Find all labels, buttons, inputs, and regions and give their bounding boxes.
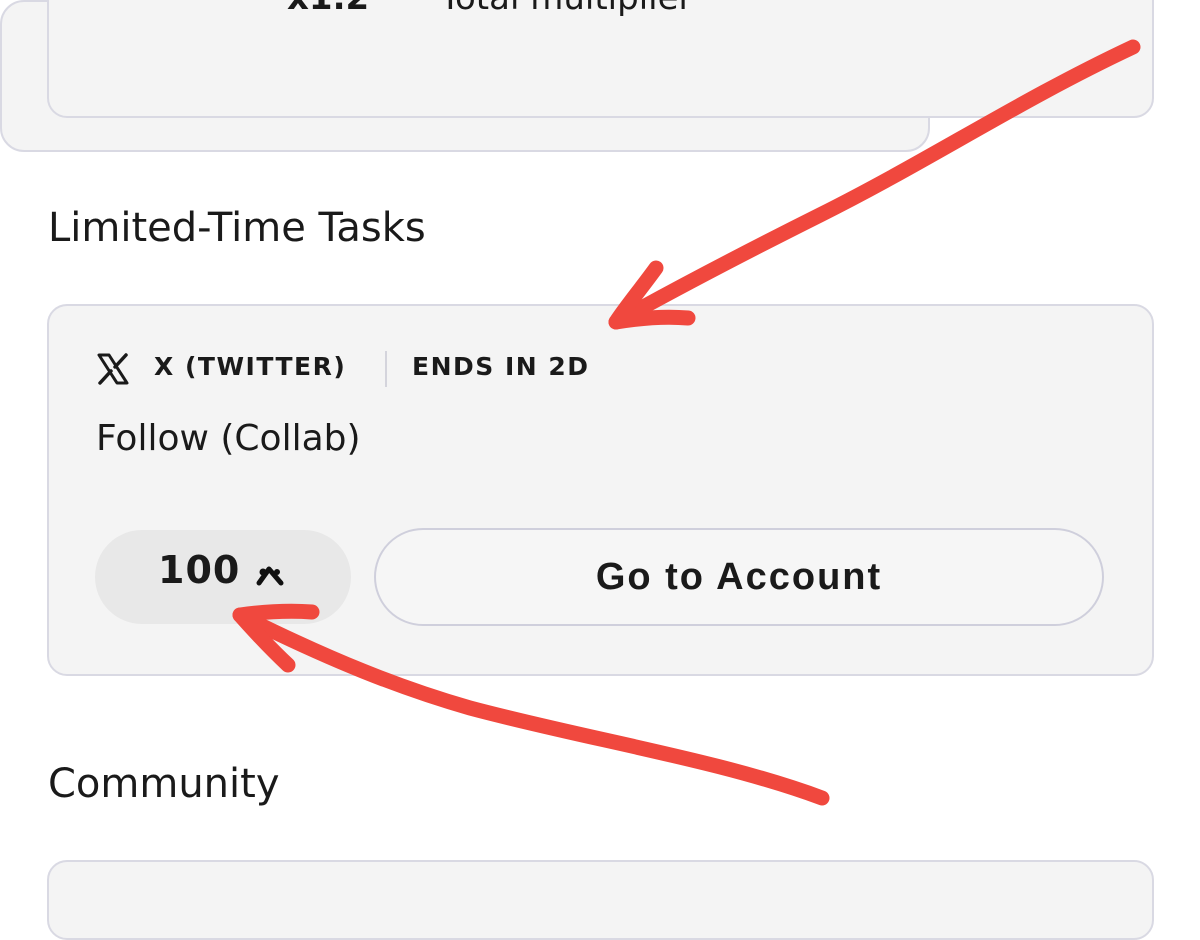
multiplier-value: x1.2 [287,0,369,18]
x-logo-icon [97,353,129,385]
task-title: Follow (Collab) [96,418,361,459]
go-to-account-button[interactable]: Go to Account [374,528,1104,626]
section-title-limited-time-tasks: Limited-Time Tasks [48,205,426,251]
platform-label: X (TWITTER) [154,352,347,381]
multiplier-label: Total multiplier [440,0,692,18]
community-card [47,860,1154,940]
ends-in-label: ENDS IN 2D [412,352,590,381]
token-icon [256,566,284,586]
reward-value: 100 [158,548,241,592]
section-title-community: Community [48,761,280,807]
meta-divider [385,351,387,387]
